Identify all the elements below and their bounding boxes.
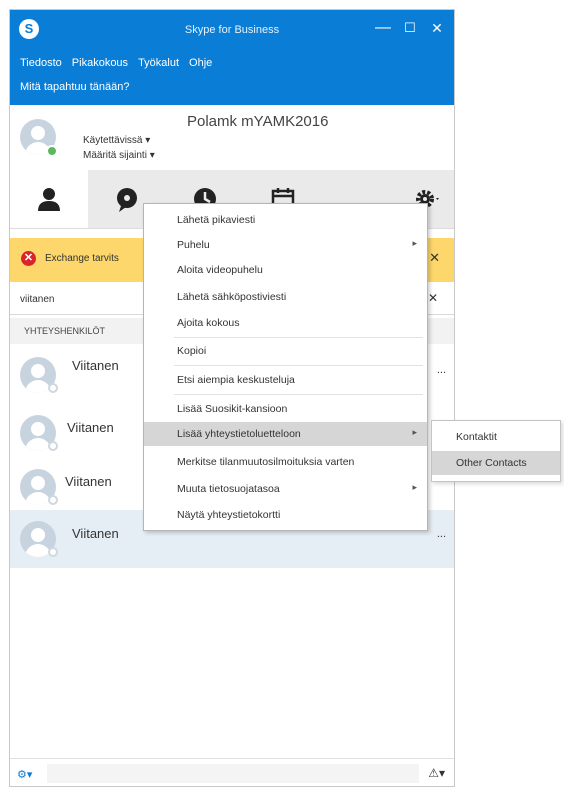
contact-name: Viitanen <box>72 526 119 541</box>
banner-text: Exchange tarvits <box>45 253 119 264</box>
menu-item-label: Lisää yhteystietoluetteloon <box>177 428 301 440</box>
menu-separator <box>174 365 423 366</box>
search-input[interactable]: viitanen <box>20 294 54 305</box>
profile-name: Polamk mYAMK2016 <box>187 113 329 130</box>
submenu-arrow-icon: ▸ <box>412 238 417 248</box>
submenu-item-other-contacts[interactable]: Other Contacts <box>432 451 560 475</box>
menu-item-add-to-contacts[interactable]: Lisää yhteystietoluetteloon ▸ <box>144 422 427 446</box>
menu-separator <box>174 394 423 395</box>
footer-field[interactable] <box>47 764 419 783</box>
title-bar: S Skype for Business — ☐ ✕ Tiedosto Pika… <box>10 10 454 105</box>
menu-item-call[interactable]: Puhelu ▸ <box>144 233 427 257</box>
presence-icon <box>48 547 58 557</box>
presence-icon <box>48 383 58 393</box>
menu-item-label: Lähetä pikaviesti <box>177 214 256 226</box>
menu-item-label: Lisää Suosikit-kansioon <box>177 403 288 415</box>
menu-item-schedule-meeting[interactable]: Ajoita kokous <box>144 311 427 335</box>
contact-extra: ... <box>436 364 446 376</box>
add-to-contacts-submenu: Kontaktit Other Contacts <box>431 420 561 482</box>
menu-item-copy[interactable]: Kopioi <box>144 339 427 363</box>
menu-item-label: Lähetä sähköpostiviesti <box>177 291 287 303</box>
warning-icon[interactable]: ⚠▾ <box>428 766 445 780</box>
menu-item-find-conversations[interactable]: Etsi aiempia keskusteluja <box>144 368 427 392</box>
presence-status-dropdown[interactable]: Käytettävissä ▾ <box>83 135 150 146</box>
menu-tools[interactable]: Työkalut <box>138 57 179 69</box>
group-header-label: YHTEYSHENKILÖT <box>24 326 106 336</box>
submenu-item-label: Other Contacts <box>456 457 527 469</box>
maximize-button[interactable]: ☐ <box>399 18 421 38</box>
menu-item-send-im[interactable]: Lähetä pikaviesti <box>144 208 427 232</box>
tab-contacts[interactable] <box>10 170 88 228</box>
menu-bar: Tiedosto Pikakokous Työkalut Ohje <box>20 57 212 69</box>
contacts-tab-icon <box>38 188 60 211</box>
menu-item-label: Näytä yhteystietokortti <box>177 509 281 521</box>
menu-item-add-favorites[interactable]: Lisää Suosikit-kansioon <box>144 397 427 421</box>
presence-available-icon <box>46 145 58 157</box>
submenu-arrow-icon: ▸ <box>412 427 417 437</box>
menu-item-privacy-level[interactable]: Muuta tietosuojatasoa ▸ <box>144 477 427 501</box>
menu-file[interactable]: Tiedosto <box>20 57 62 69</box>
location-dropdown[interactable]: Määritä sijainti ▾ <box>83 150 155 161</box>
submenu-arrow-icon: ▸ <box>412 482 417 492</box>
phone-settings-icon[interactable]: ⚙▾ <box>17 768 32 781</box>
menu-separator <box>174 337 423 338</box>
minimize-button[interactable]: — <box>372 18 394 38</box>
conversations-tab-icon <box>117 188 137 212</box>
menu-item-video-call[interactable]: Aloita videopuhelu <box>144 258 427 282</box>
menu-item-label: Merkitse tilanmuutosilmoituksia varten <box>177 456 355 468</box>
menu-item-label: Ajoita kokous <box>177 317 240 329</box>
presence-icon <box>48 495 58 505</box>
submenu-item-contacts[interactable]: Kontaktit <box>432 425 560 449</box>
contact-extra: ... <box>436 528 446 540</box>
menu-item-label: Kopioi <box>177 345 207 357</box>
close-button[interactable]: ✕ <box>426 18 448 38</box>
menu-item-label: Aloita videopuhelu <box>177 264 263 276</box>
menu-item-contact-card[interactable]: Näytä yhteystietokortti <box>144 503 427 527</box>
contact-name: Viitanen <box>67 420 114 435</box>
submenu-item-label: Kontaktit <box>456 431 497 443</box>
error-icon: ✕ <box>21 251 36 266</box>
menu-item-label: Etsi aiempia keskusteluja <box>177 374 295 386</box>
profile-area: Polamk mYAMK2016 Käytettävissä ▾ Määritä… <box>10 105 454 170</box>
whats-happening-note[interactable]: Mitä tapahtuu tänään? <box>20 81 129 93</box>
menu-item-send-email[interactable]: Lähetä sähköpostiviesti <box>144 285 427 309</box>
contact-context-menu: Lähetä pikaviesti Puhelu ▸ Aloita videopu… <box>143 203 428 531</box>
menu-item-label: Puhelu <box>177 239 210 251</box>
search-clear-icon[interactable]: ✕ <box>428 291 438 305</box>
menu-meet-now[interactable]: Pikakokous <box>72 57 128 69</box>
contact-name: Viitanen <box>65 474 112 489</box>
contact-name: Viitanen <box>72 358 119 373</box>
menu-item-label: Muuta tietosuojatasoa <box>177 483 280 495</box>
footer-bar: ⚙▾ ⚠▾ <box>10 758 454 786</box>
menu-item-tag-status[interactable]: Merkitse tilanmuutosilmoituksia varten <box>144 450 427 474</box>
banner-close-button[interactable]: ✕ <box>429 250 440 266</box>
menu-help[interactable]: Ohje <box>189 57 212 69</box>
presence-icon <box>48 441 58 451</box>
